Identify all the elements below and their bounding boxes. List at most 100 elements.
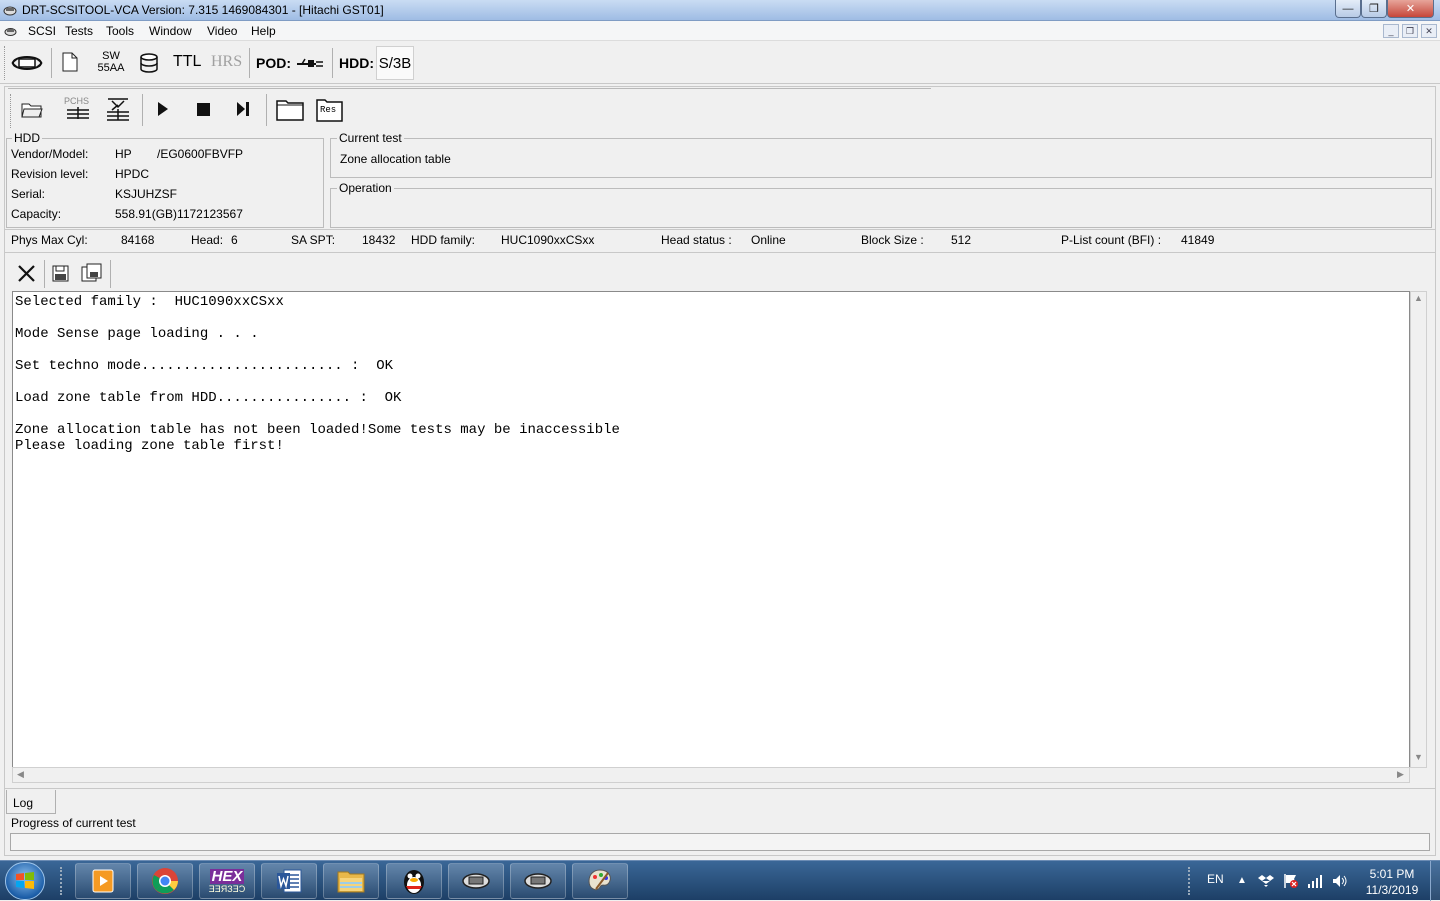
current-test-legend: Current test <box>337 131 404 145</box>
stop-icon[interactable] <box>197 103 210 116</box>
scroll-up-icon[interactable]: ▲ <box>1414 293 1423 303</box>
minimize-button[interactable]: — <box>1335 0 1361 18</box>
toolbar-separator <box>332 48 333 78</box>
media-player-icon <box>92 869 114 893</box>
toolbar-separator <box>142 94 143 126</box>
hdd-tool-icon <box>462 873 490 889</box>
head-value: 6 <box>231 233 238 247</box>
language-indicator[interactable]: EN <box>1207 872 1224 886</box>
menu-tools[interactable]: Tools <box>106 24 134 38</box>
taskbar-scsitool-1[interactable] <box>448 863 504 899</box>
menu-scsi[interactable]: SCSI <box>28 24 56 38</box>
ttl-button[interactable]: TTL <box>173 53 201 71</box>
file-explorer-icon <box>337 871 365 893</box>
show-hidden-icons-icon[interactable]: ▲ <box>1237 875 1247 886</box>
taskbar-explorer[interactable] <box>323 863 379 899</box>
progress-bar <box>10 833 1430 851</box>
taskbar: HEX ƎƎЯЗƎƆ EN ▲ 5:01 PM 11/3/2019 <box>0 860 1440 901</box>
taskbar-hex-editor[interactable]: HEX ƎƎЯЗƎƆ <box>199 863 255 899</box>
taskbar-qq[interactable] <box>386 863 442 899</box>
menu-help[interactable]: Help <box>251 24 276 38</box>
taskbar-grip <box>60 867 64 895</box>
menu-tests[interactable]: Tests <box>65 24 93 38</box>
toolbar-separator <box>51 48 52 78</box>
save-as-icon[interactable] <box>81 263 103 283</box>
toolbar-grip <box>4 46 6 80</box>
scroll-right-icon[interactable]: ▶ <box>1397 769 1404 780</box>
log-line: Selected family : HUC1090xxCSxx <box>15 294 284 310</box>
tray-grip <box>1188 867 1192 895</box>
menu-video[interactable]: Video <box>207 24 237 38</box>
zone-table-icon[interactable] <box>106 97 130 121</box>
scroll-down-icon[interactable]: ▼ <box>1414 752 1423 762</box>
network-signal-icon[interactable] <box>1307 874 1323 888</box>
serial-value: KSJUHZSF <box>115 187 178 201</box>
maximize-button[interactable]: ❐ <box>1361 0 1387 18</box>
mdi-close-button[interactable]: ✕ <box>1421 24 1437 38</box>
clear-log-icon[interactable] <box>17 264 36 283</box>
new-document-icon[interactable] <box>62 52 78 72</box>
clock[interactable]: 5:01 PM 11/3/2019 <box>1360 866 1424 898</box>
hrs-button[interactable]: HRS <box>211 53 242 71</box>
taskbar-scsitool-2[interactable] <box>510 863 566 899</box>
folder-icon[interactable] <box>276 97 304 121</box>
log-vertical-scrollbar[interactable]: ▲ ▼ <box>1410 291 1427 768</box>
open-folder-icon[interactable] <box>20 98 44 120</box>
sw-55aa-button[interactable]: SW 55AA <box>96 50 126 74</box>
pchs-icon[interactable] <box>66 106 90 120</box>
scroll-left-icon[interactable]: ◀ <box>17 769 24 780</box>
start-button[interactable] <box>5 862 45 900</box>
show-desktop-button[interactable] <box>1430 861 1440 901</box>
database-icon[interactable] <box>137 51 161 75</box>
sw-label: SW <box>102 50 120 62</box>
hdd-status-button[interactable]: S/3B <box>376 46 414 80</box>
mdi-child-icon[interactable] <box>4 25 17 37</box>
hdd-group-legend: HDD <box>12 131 42 145</box>
head-status-label: Head status : <box>661 233 732 247</box>
taskbar-paint[interactable] <box>572 863 628 899</box>
current-test-group <box>330 138 1432 178</box>
mdi-restore-button[interactable]: ❐ <box>1402 24 1418 38</box>
usb-plug-icon[interactable] <box>296 56 324 70</box>
vendor-model-label: Vendor/Model: <box>11 147 89 161</box>
current-test-value: Zone allocation table <box>340 152 451 166</box>
paint-palette-icon <box>588 869 611 891</box>
chrome-icon <box>152 868 178 894</box>
operation-legend: Operation <box>337 181 394 195</box>
skip-forward-icon[interactable] <box>236 101 250 117</box>
hdd-family-value: HUC1090xxCSxx <box>501 233 595 247</box>
taskbar-media-player[interactable] <box>75 863 131 899</box>
tab-strip-line <box>4 788 1436 789</box>
plist-count-value: 41849 <box>1181 233 1215 247</box>
play-icon[interactable] <box>157 101 169 117</box>
head-status-value: Online <box>751 233 786 247</box>
block-size-value: 512 <box>951 233 972 247</box>
volume-icon[interactable] <box>1332 874 1348 888</box>
mdi-minimize-button[interactable]: _ <box>1383 24 1399 38</box>
toolbar-separator <box>44 260 45 288</box>
results-label: Res <box>320 105 337 115</box>
close-button[interactable]: ✕ <box>1387 0 1434 18</box>
progress-label: Progress of current test <box>11 816 136 830</box>
save-icon[interactable] <box>52 265 69 282</box>
toolbar-separator <box>110 260 111 288</box>
vendor-value: HP <box>115 147 132 161</box>
clock-time: 5:01 PM <box>1369 867 1415 881</box>
log-horizontal-scrollbar[interactable]: ◀ ▶ <box>12 767 1410 783</box>
plist-count-label: P-List count (BFI) : <box>1061 233 1162 247</box>
action-center-flag-icon[interactable] <box>1283 873 1299 889</box>
log-line: Zone allocation table has not been loade… <box>15 422 620 438</box>
tab-log[interactable]: Log <box>6 790 56 814</box>
menu-window[interactable]: Window <box>149 24 192 38</box>
drive-connect-icon[interactable] <box>10 52 44 74</box>
dropbox-icon[interactable] <box>1258 874 1274 888</box>
main-toolbar: SW 55AA TTL HRS POD: HDD: S/3B <box>0 42 1440 84</box>
taskbar-chrome[interactable] <box>137 863 193 899</box>
results-folder-button[interactable]: Res <box>316 96 343 122</box>
log-line: Load zone table from HDD................… <box>15 390 402 406</box>
log-output[interactable]: Selected family : HUC1090xxCSxx Mode Sen… <box>12 291 1410 768</box>
taskbar-word[interactable] <box>261 863 317 899</box>
hdd-label: HDD: <box>339 55 374 71</box>
log-line: Please loading zone table first! <box>15 438 284 454</box>
